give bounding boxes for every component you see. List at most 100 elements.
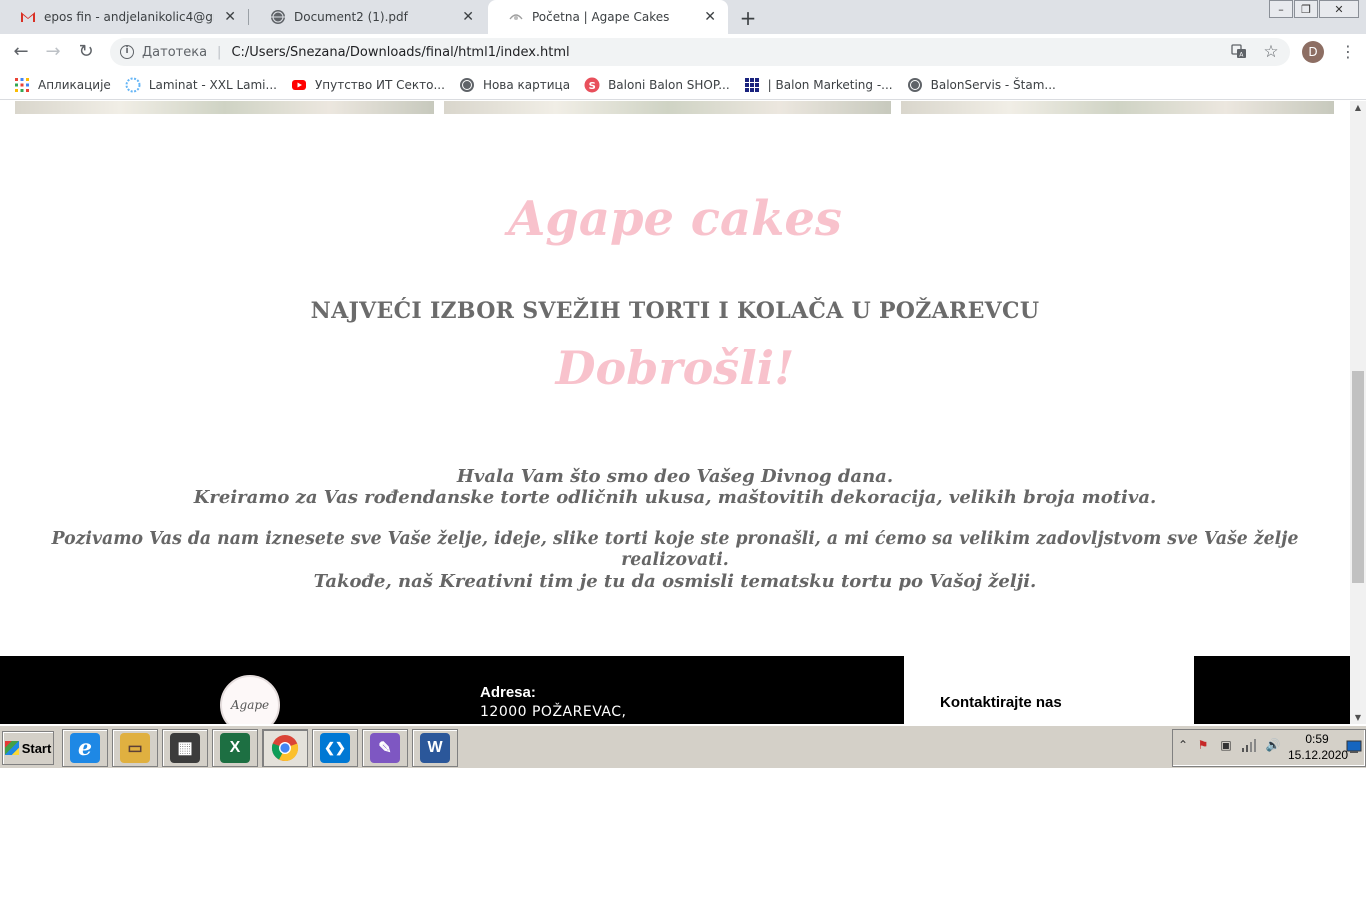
apps-grid-icon bbox=[14, 77, 30, 93]
bookmark-label: Laminat - XXL Lami... bbox=[148, 77, 277, 92]
page-subtitle: NAJVEĆI IZBOR SVEŽIH TORTI I KOLAČA U PO… bbox=[310, 298, 1040, 324]
scrollbar-thumb[interactable] bbox=[1352, 371, 1364, 583]
laminat-icon bbox=[125, 77, 141, 93]
show-desktop-icon[interactable] bbox=[1346, 740, 1362, 756]
bookmark-balon-marketing[interactable]: | Balon Marketing -... bbox=[744, 77, 893, 93]
page-viewport: Agape cakes NAJVEĆI IZBOR SVEŽIH TORTI I… bbox=[0, 101, 1350, 724]
minimize-button[interactable]: – bbox=[1269, 0, 1293, 18]
gallery-image[interactable] bbox=[901, 101, 1334, 114]
intro-paragraph-2: Pozivamo Vas da nam iznesete sve Vaše že… bbox=[51, 529, 1299, 570]
tab-gmail[interactable]: epos fin - andjelanikolic4@gmail.com ✕ bbox=[0, 0, 248, 34]
network-signal-icon[interactable] bbox=[1241, 737, 1257, 753]
folder-icon: ▭ bbox=[120, 733, 150, 763]
globe-icon bbox=[270, 9, 286, 25]
vscode-icon: ❮❯ bbox=[320, 733, 350, 763]
bookmark-youtube[interactable]: Упутство ИТ Секто... bbox=[291, 77, 445, 93]
start-button[interactable]: Start bbox=[2, 731, 54, 765]
chrome-icon bbox=[270, 733, 300, 763]
youtube-icon bbox=[291, 77, 307, 93]
close-icon[interactable]: ✕ bbox=[704, 9, 716, 25]
volume-icon[interactable]: 🔊 bbox=[1265, 737, 1281, 753]
star-icon[interactable]: ☆ bbox=[1262, 43, 1280, 61]
gallery-image[interactable] bbox=[15, 101, 434, 114]
globe-icon bbox=[907, 77, 923, 93]
bookmark-apps[interactable]: Апликације bbox=[14, 77, 111, 93]
tab-agape-cakes[interactable]: Početna | Agape Cakes ✕ bbox=[488, 0, 728, 34]
gmail-icon bbox=[20, 9, 36, 25]
windows-logo-icon bbox=[4, 741, 19, 755]
menu-icon[interactable]: ⋮ bbox=[1340, 41, 1356, 63]
translate-icon[interactable]: A bbox=[1230, 43, 1248, 61]
action-center-flag-icon[interactable]: ⚑ bbox=[1195, 737, 1211, 753]
close-icon[interactable]: ✕ bbox=[224, 9, 236, 25]
avatar[interactable]: D bbox=[1302, 41, 1324, 63]
taskbar-paint[interactable]: ✎ bbox=[362, 729, 408, 767]
bookmark-label: Упутство ИТ Секто... bbox=[314, 77, 445, 92]
gallery-image[interactable] bbox=[444, 101, 891, 114]
bookmark-new-tab[interactable]: Нова картица bbox=[459, 77, 570, 93]
url-text[interactable]: C:/Users/Snezana/Downloads/final/html1/i… bbox=[231, 45, 569, 60]
calculator-icon: ▦ bbox=[170, 733, 200, 763]
taskbar-word[interactable]: W bbox=[412, 729, 458, 767]
tab-title: Document2 (1).pdf bbox=[294, 10, 408, 24]
tab-title: Početna | Agape Cakes bbox=[532, 10, 670, 24]
start-label: Start bbox=[21, 740, 52, 756]
intro-line-1: Hvala Vam što smo deo Vašeg Divnog dana. bbox=[456, 466, 894, 487]
footer-contact-panel bbox=[904, 656, 1194, 724]
bookmark-laminat[interactable]: Laminat - XXL Lami... bbox=[125, 77, 277, 93]
intro-line-2: Kreiramo za Vas rođendanske torte odličn… bbox=[193, 487, 1157, 508]
excel-icon: X bbox=[220, 733, 250, 763]
bookmark-baloni-shop[interactable]: S Baloni Balon SHOP... bbox=[584, 77, 730, 93]
tab-pdf[interactable]: Document2 (1).pdf ✕ bbox=[250, 0, 486, 34]
taskbar-calculator[interactable]: ▦ bbox=[162, 729, 208, 767]
paint-palette-icon: ✎ bbox=[370, 733, 400, 763]
clock-time[interactable]: 0:59 bbox=[1292, 732, 1342, 746]
taskbar-internet-explorer[interactable]: e bbox=[62, 729, 108, 767]
brand-title: Agape cakes bbox=[508, 191, 842, 247]
restore-button[interactable]: ❐ bbox=[1294, 0, 1318, 18]
baloni-icon: S bbox=[584, 77, 600, 93]
scheme-label: Датотека bbox=[142, 44, 208, 60]
address-value: 12000 POŽAREVAC, bbox=[480, 704, 627, 720]
svg-text:S: S bbox=[589, 81, 596, 92]
address-label: Adresa: bbox=[480, 684, 536, 701]
windows-taskbar: Start e ▭ ▦ X ❮❯ ✎ W ⌃ ⚑ ▣ 🔊 0:59 15.12.… bbox=[0, 724, 1366, 768]
safely-remove-hardware-icon[interactable]: ▣ bbox=[1218, 737, 1234, 753]
bookmark-label: Baloni Balon SHOP... bbox=[608, 77, 730, 92]
tab-separator bbox=[248, 9, 249, 25]
new-tab-button[interactable]: + bbox=[737, 6, 759, 30]
scroll-down-arrow-icon[interactable]: ▼ bbox=[1350, 713, 1366, 722]
scroll-up-arrow-icon[interactable]: ▲ bbox=[1350, 103, 1366, 112]
show-hidden-icons-icon[interactable]: ⌃ bbox=[1175, 737, 1191, 753]
welcome-heading: Dobrošli! bbox=[555, 341, 795, 395]
agape-logo-icon bbox=[508, 9, 524, 25]
taskbar-chrome[interactable] bbox=[262, 729, 308, 767]
contact-heading: Kontaktirajte nas bbox=[940, 694, 1062, 711]
page-scrollbar[interactable]: ▲ ▼ bbox=[1350, 101, 1366, 724]
tab-strip: epos fin - andjelanikolic4@gmail.com ✕ D… bbox=[0, 0, 1366, 34]
bookmark-balonservis[interactable]: BalonServis - Štam... bbox=[907, 77, 1056, 93]
address-bar[interactable]: i Датотека | C:/Users/Snezana/Downloads/… bbox=[110, 38, 1290, 66]
bookmark-label: Апликације bbox=[38, 77, 111, 92]
globe-icon bbox=[459, 77, 475, 93]
reload-icon[interactable]: ↻ bbox=[75, 41, 97, 63]
forward-arrow-icon[interactable]: → bbox=[42, 41, 64, 63]
internet-explorer-icon: e bbox=[70, 733, 100, 763]
empty-area bbox=[0, 768, 1366, 900]
intro-paragraph-3: Takođe, naš Kreativni tim je tu da osmis… bbox=[313, 571, 1037, 592]
bookmark-label: BalonServis - Štam... bbox=[930, 77, 1056, 92]
word-icon: W bbox=[420, 733, 450, 763]
browser-toolbar: ← → ↻ i Датотека | C:/Users/Snezana/Down… bbox=[0, 34, 1366, 70]
taskbar-vscode[interactable]: ❮❯ bbox=[312, 729, 358, 767]
taskbar-excel[interactable]: X bbox=[212, 729, 258, 767]
footer-left bbox=[0, 656, 904, 724]
window-close-button[interactable]: ✕ bbox=[1319, 0, 1359, 18]
grid-icon bbox=[744, 77, 760, 93]
close-icon[interactable]: ✕ bbox=[462, 9, 474, 25]
info-icon[interactable]: i bbox=[120, 45, 134, 59]
taskbar-file-explorer[interactable]: ▭ bbox=[112, 729, 158, 767]
clock-date[interactable]: 15.12.2020 bbox=[1288, 748, 1348, 762]
bookmark-label: | Balon Marketing -... bbox=[767, 77, 893, 92]
tab-title: epos fin - andjelanikolic4@gmail.com bbox=[44, 10, 214, 24]
back-arrow-icon[interactable]: ← bbox=[10, 41, 32, 63]
